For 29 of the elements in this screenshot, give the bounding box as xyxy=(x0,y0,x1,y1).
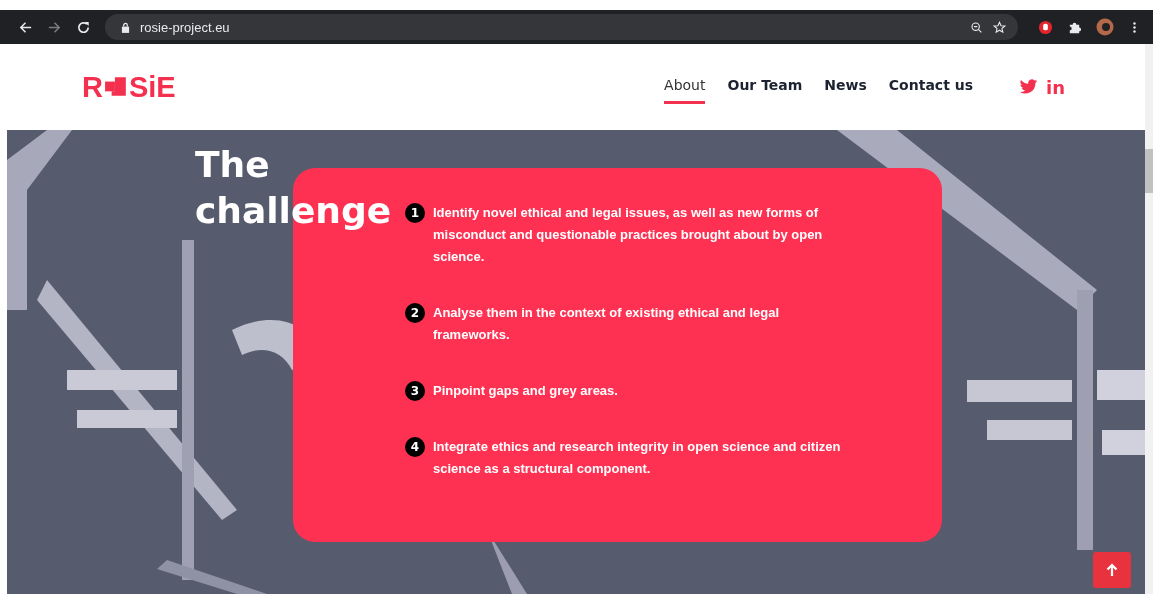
lock-icon xyxy=(121,21,130,33)
reload-icon[interactable] xyxy=(76,19,91,35)
logo-text[interactable]: R xyxy=(82,70,103,104)
scrollbar-thumb[interactable] xyxy=(1145,149,1153,193)
challenge-text: Analyse them in the context of existing ethical and legal frameworks. xyxy=(433,304,781,344)
back-to-top-button[interactable] xyxy=(1093,552,1131,588)
address-bar[interactable]: rosie-project.eu xyxy=(105,14,1018,40)
number-badge: 2 xyxy=(405,303,425,323)
number-badge: 3 xyxy=(405,381,425,401)
arrow-up-icon xyxy=(1106,563,1118,577)
logo-text[interactable]: SiE xyxy=(128,70,176,104)
nav-link[interactable]: News xyxy=(824,70,867,104)
linkedin-link[interactable]: in xyxy=(1046,76,1065,98)
bird-icon[interactable] xyxy=(1019,79,1038,95)
extension-icon[interactable] xyxy=(1038,19,1053,35)
challenge-text: Pinpoint gaps and grey areas. xyxy=(433,382,618,400)
star-icon[interactable] xyxy=(993,20,1006,34)
challenge-text: Identify novel ethical and legal issues, as well as new forms of misconduct and questionable practices brought about by open science. xyxy=(433,204,824,266)
challenge-text: Integrate ethics and research integrity in open science and citizen science as a structural component. xyxy=(433,438,842,478)
nav-link[interactable]: Contact us xyxy=(888,70,973,104)
nav-link[interactable]: Our Team xyxy=(727,70,803,104)
zoom-out-icon[interactable] xyxy=(970,20,983,34)
section-title: The challenge xyxy=(195,143,393,233)
number-badge: 1 xyxy=(405,203,425,223)
nav-link[interactable]: About xyxy=(664,70,706,104)
avatar-icon[interactable] xyxy=(1096,18,1114,36)
scrollbar[interactable] xyxy=(1145,44,1153,594)
logo-square-icon[interactable] xyxy=(104,75,127,99)
number-badge: 4 xyxy=(405,437,425,457)
